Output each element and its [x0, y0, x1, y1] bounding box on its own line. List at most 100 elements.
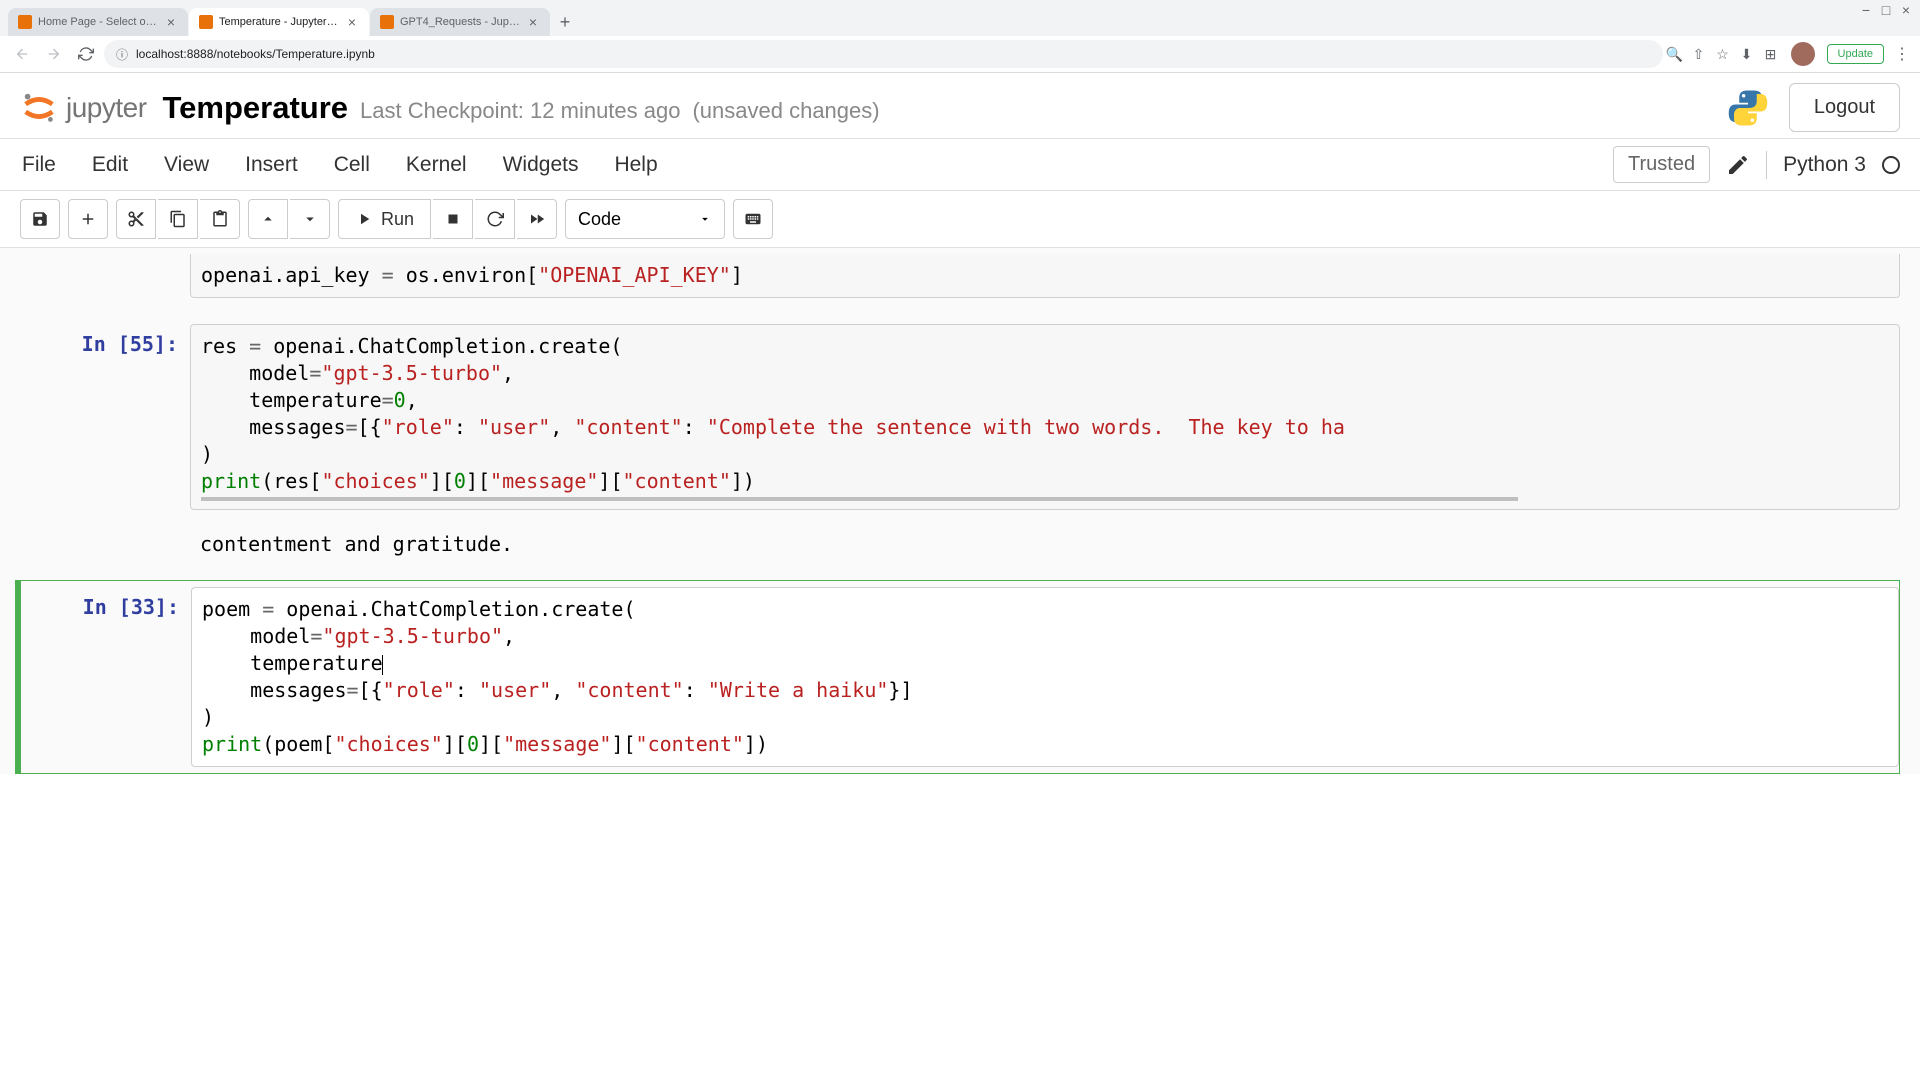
restart-button[interactable]: [475, 199, 515, 239]
restart-run-all-button[interactable]: [517, 199, 557, 239]
code-text: ,: [551, 678, 575, 702]
move-up-button[interactable]: [248, 199, 288, 239]
close-icon[interactable]: ×: [164, 15, 178, 29]
code-text: ]): [744, 732, 768, 756]
kernel-status-icon: [1882, 156, 1900, 174]
download-icon[interactable]: ⬇: [1739, 46, 1755, 62]
menu-cell[interactable]: Cell: [332, 149, 372, 181]
save-button[interactable]: [20, 199, 60, 239]
share-icon[interactable]: ⇧: [1691, 46, 1707, 62]
code-cell[interactable]: In [55]: res = openai.ChatCompletion.cre…: [20, 318, 1900, 516]
menu-help[interactable]: Help: [612, 149, 659, 181]
run-label: Run: [381, 209, 414, 230]
code-text: print: [201, 469, 261, 493]
menubar: File Edit View Insert Cell Kernel Widget…: [0, 139, 1920, 191]
browser-tab-gpt4[interactable]: GPT4_Requests - Jupyter Not... ×: [370, 8, 550, 36]
code-text: =: [309, 361, 321, 385]
cell-output-row: contentment and gratitude.: [20, 516, 1900, 566]
menu-edit[interactable]: Edit: [90, 149, 130, 181]
nav-forward-button[interactable]: [40, 40, 68, 68]
code-text: temperature: [202, 651, 383, 675]
paste-button[interactable]: [200, 199, 240, 239]
menu-insert[interactable]: Insert: [243, 149, 300, 181]
logout-button[interactable]: Logout: [1789, 83, 1900, 132]
code-text: "Complete the sentence with two words. T…: [707, 415, 1345, 439]
url-input[interactable]: ⓘ localhost:8888/notebooks/Temperature.i…: [104, 40, 1663, 68]
zoom-icon[interactable]: 🔍: [1667, 46, 1683, 62]
notebook-title[interactable]: Temperature: [163, 90, 349, 126]
refresh-icon: [486, 210, 504, 228]
code-text: "content": [574, 415, 682, 439]
trusted-badge[interactable]: Trusted: [1613, 146, 1710, 183]
text-cursor: [382, 655, 383, 675]
code-text: ][: [466, 469, 490, 493]
code-text: "gpt-3.5-turbo": [321, 361, 502, 385]
bookmark-icon[interactable]: ☆: [1715, 46, 1731, 62]
update-button[interactable]: Update: [1827, 44, 1884, 64]
jupyter-logo-icon: [20, 89, 58, 127]
menu-view[interactable]: View: [162, 149, 211, 181]
copy-button[interactable]: [158, 199, 198, 239]
code-text: }]: [888, 678, 912, 702]
kernel-indicator[interactable]: Python 3: [1783, 153, 1866, 177]
browser-tab-temperature[interactable]: Temperature - Jupyter Notebo... ×: [189, 8, 369, 36]
new-tab-button[interactable]: +: [551, 8, 579, 36]
code-text: ][: [443, 732, 467, 756]
code-text: "content": [636, 732, 744, 756]
extensions-icon[interactable]: ⊞: [1763, 46, 1779, 62]
window-minimize-icon[interactable]: −: [1860, 4, 1872, 16]
nav-reload-button[interactable]: [72, 40, 100, 68]
run-button[interactable]: Run: [338, 199, 431, 239]
code-text: ][: [430, 469, 454, 493]
cell-input-area[interactable]: poem = openai.ChatCompletion.create( mod…: [191, 587, 1899, 767]
cell-input-area[interactable]: openai.api_key = os.environ["OPENAI_API_…: [190, 254, 1900, 298]
code-text: ,: [406, 388, 418, 412]
horizontal-scrollbar[interactable]: [201, 497, 1518, 501]
code-text: =: [382, 263, 394, 287]
cell-type-dropdown[interactable]: Code: [565, 199, 725, 239]
code-text: ][: [598, 469, 622, 493]
code-text: ]: [731, 263, 743, 287]
code-text: =: [249, 334, 261, 358]
menu-kernel[interactable]: Kernel: [404, 149, 469, 181]
code-text: =: [346, 415, 358, 439]
stop-icon: [444, 210, 462, 228]
menu-file[interactable]: File: [20, 149, 58, 181]
code-cell-selected[interactable]: In [33]: poem = openai.ChatCompletion.cr…: [15, 580, 1900, 774]
code-text: openai.ChatCompletion.create(: [274, 597, 635, 621]
close-icon[interactable]: ×: [345, 15, 359, 29]
code-text: openai.ChatCompletion.create(: [261, 334, 622, 358]
tab-title: GPT4_Requests - Jupyter Not...: [400, 16, 520, 28]
jupyter-logo[interactable]: jupyter: [20, 89, 147, 127]
window-maximize-icon[interactable]: □: [1880, 4, 1892, 16]
cut-button[interactable]: [116, 199, 156, 239]
code-text: messages: [201, 415, 346, 439]
cell-input-area[interactable]: res = openai.ChatCompletion.create( mode…: [190, 324, 1900, 510]
code-text: "user": [479, 678, 551, 702]
code-text: "content": [575, 678, 683, 702]
code-text: poem: [202, 597, 262, 621]
site-info-icon[interactable]: ⓘ: [116, 46, 128, 63]
kebab-menu-icon[interactable]: ⋮: [1892, 44, 1912, 64]
cell-type-value: Code: [578, 209, 621, 230]
code-text: os.environ[: [394, 263, 539, 287]
interrupt-button[interactable]: [433, 199, 473, 239]
jupyter-favicon-icon: [199, 15, 213, 29]
browser-tab-home[interactable]: Home Page - Select or create... ×: [8, 8, 188, 36]
profile-avatar[interactable]: [1791, 42, 1815, 66]
code-text: (poem[: [262, 732, 334, 756]
menu-widgets[interactable]: Widgets: [501, 149, 581, 181]
pencil-icon[interactable]: [1726, 153, 1750, 177]
notebook-cells: openai.api_key = os.environ["OPENAI_API_…: [0, 248, 1920, 774]
move-down-button[interactable]: [290, 199, 330, 239]
close-icon[interactable]: ×: [526, 15, 540, 29]
window-close-icon[interactable]: ×: [1900, 4, 1912, 16]
command-palette-button[interactable]: [733, 199, 773, 239]
nav-back-button[interactable]: [8, 40, 36, 68]
code-cell[interactable]: openai.api_key = os.environ["OPENAI_API_…: [20, 248, 1900, 304]
browser-tab-strip: Home Page - Select or create... × Temper…: [0, 0, 1920, 36]
code-text: "message": [503, 732, 611, 756]
code-text: "choices": [334, 732, 442, 756]
tab-title: Home Page - Select or create...: [38, 16, 158, 28]
add-cell-button[interactable]: [68, 199, 108, 239]
